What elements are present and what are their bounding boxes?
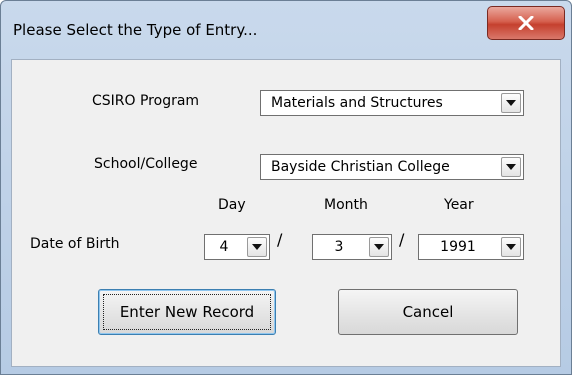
chevron-down-icon[interactable] xyxy=(501,157,521,177)
window-title: Please Select the Type of Entry... xyxy=(13,21,258,39)
date-of-birth-label: Date of Birth xyxy=(30,236,120,252)
chevron-down-icon[interactable] xyxy=(501,93,521,113)
day-header: Day xyxy=(218,197,246,213)
day-dropdown[interactable]: 4 xyxy=(204,234,270,260)
school-college-value: Bayside Christian College xyxy=(271,159,450,175)
chevron-down-icon[interactable] xyxy=(501,237,521,257)
enter-new-record-label: Enter New Record xyxy=(119,303,255,321)
cancel-label: Cancel xyxy=(402,303,454,321)
month-dropdown[interactable]: 3 xyxy=(312,234,392,260)
year-dropdown[interactable]: 1991 xyxy=(418,234,524,260)
cancel-button[interactable]: Cancel xyxy=(338,289,518,335)
year-header: Year xyxy=(444,197,474,213)
csiro-program-label: CSIRO Program xyxy=(92,93,200,109)
date-separator: / xyxy=(399,230,405,249)
close-button[interactable] xyxy=(487,6,565,40)
close-x-icon xyxy=(518,16,534,30)
year-value: 1991 xyxy=(440,239,476,255)
enter-new-record-button[interactable]: Enter New Record xyxy=(98,289,276,335)
title-bar[interactable]: Please Select the Type of Entry... xyxy=(1,1,571,59)
day-value: 4 xyxy=(219,239,229,255)
chevron-down-icon[interactable] xyxy=(247,237,267,257)
date-separator: / xyxy=(277,230,283,249)
month-value: 3 xyxy=(334,239,344,255)
csiro-program-dropdown[interactable]: Materials and Structures xyxy=(260,90,524,116)
dialog-window: Please Select the Type of Entry... CSIRO… xyxy=(0,0,572,375)
school-college-label: School/College xyxy=(94,156,198,172)
month-header: Month xyxy=(324,197,368,213)
school-college-dropdown[interactable]: Bayside Christian College xyxy=(260,154,524,180)
chevron-down-icon[interactable] xyxy=(369,237,389,257)
dialog-client-area: CSIRO Program Materials and Structures S… xyxy=(11,59,561,367)
csiro-program-value: Materials and Structures xyxy=(271,95,443,111)
